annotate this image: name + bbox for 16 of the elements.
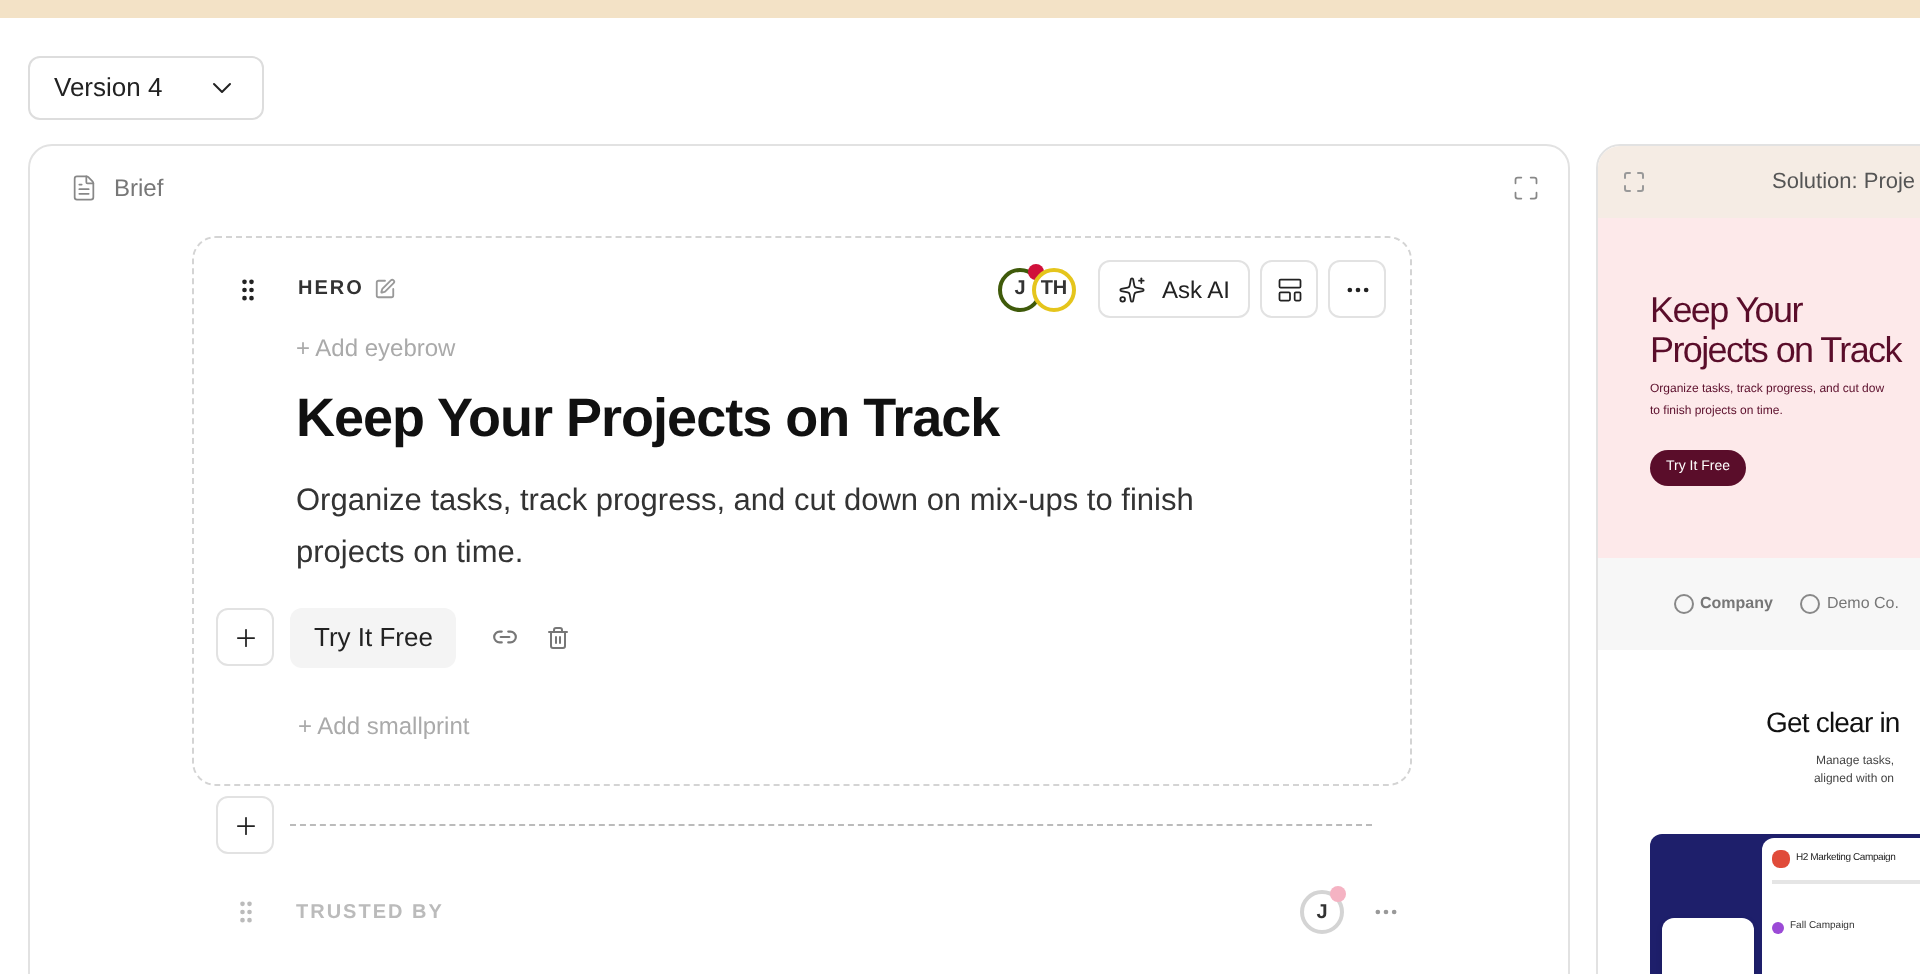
- section-label: HERO: [298, 276, 364, 304]
- preview-heading: Keep Your: [1650, 290, 1805, 330]
- avatar: TH: [1031, 267, 1076, 311]
- version-select[interactable]: Version 4: [28, 56, 264, 120]
- logo-name: Company: [1700, 592, 1773, 616]
- ask-ai-button[interactable]: Ask AI: [1097, 260, 1250, 318]
- section-label: TRUSTED BY: [296, 899, 444, 927]
- preview-title: Solution: Proje: [1772, 167, 1916, 198]
- panel-title: Brief: [114, 172, 164, 206]
- avatar: J: [1300, 890, 1344, 934]
- cta-button[interactable]: Try It Free: [290, 607, 457, 667]
- hero-heading: Keep Your Projects on Track: [296, 386, 1002, 452]
- preview-feature-heading: Get clear in: [1766, 704, 1902, 742]
- preview-heading: Projects on Track: [1650, 330, 1905, 370]
- hero-body: Organize tasks, track progress, and cut down on mix-ups to finish projects on time.: [296, 481, 1196, 573]
- logo-name: Demo Co.: [1826, 592, 1899, 616]
